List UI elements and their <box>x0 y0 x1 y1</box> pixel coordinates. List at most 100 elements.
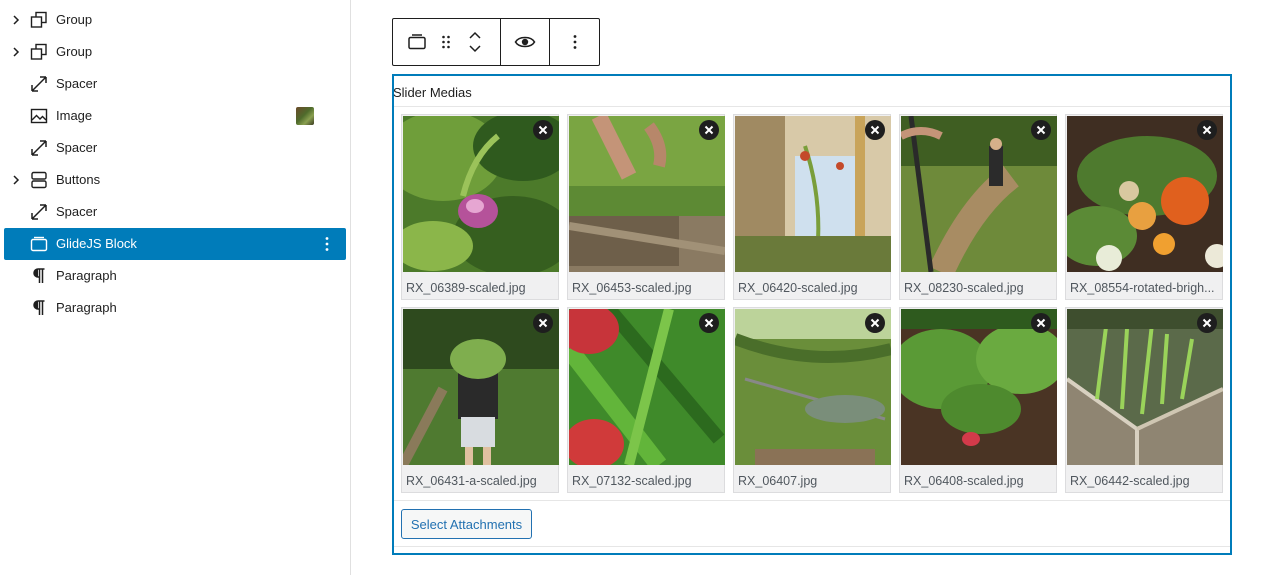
paragraph-icon <box>33 268 45 283</box>
media-filename: RX_08230-scaled.jpg <box>904 281 1024 295</box>
close-icon <box>538 125 548 135</box>
media-item[interactable]: RX_08230-scaled.jpg <box>899 114 1057 300</box>
toolbar-group-options <box>550 19 599 65</box>
remove-media-button[interactable] <box>865 120 885 140</box>
list-item-paragraph-2[interactable]: Paragraph <box>4 292 346 324</box>
media-thumbnail <box>569 309 725 465</box>
close-icon <box>1202 125 1212 135</box>
divider <box>394 106 1230 107</box>
spacer-icon <box>31 204 47 220</box>
close-icon <box>538 318 548 328</box>
media-thumbnail <box>1067 309 1223 465</box>
paragraph-icon <box>33 300 45 315</box>
remove-media-button[interactable] <box>1197 313 1217 333</box>
media-filename: RX_06389-scaled.jpg <box>406 281 526 295</box>
media-thumbnail <box>901 116 1057 272</box>
slider-block-icon <box>30 236 48 252</box>
remove-media-button[interactable] <box>1031 120 1051 140</box>
media-item[interactable]: RX_06407.jpg <box>733 307 891 493</box>
toolbar-group-block <box>393 19 501 65</box>
move-up-down-buttons[interactable] <box>457 19 493 65</box>
remove-media-button[interactable] <box>1197 120 1217 140</box>
chevron-right-icon[interactable] <box>10 174 22 186</box>
more-options-icon[interactable] <box>318 235 336 253</box>
close-icon <box>870 318 880 328</box>
chevron-down-icon[interactable] <box>468 45 482 53</box>
chevron-right-icon[interactable] <box>10 14 22 26</box>
toolbar-group-preview <box>501 19 550 65</box>
remove-media-button[interactable] <box>865 313 885 333</box>
close-icon <box>1036 318 1046 328</box>
remove-media-button[interactable] <box>533 120 553 140</box>
list-item-spacer-1[interactable]: Spacer <box>4 68 346 100</box>
list-item-label: Paragraph <box>56 300 117 315</box>
preview-button[interactable] <box>501 19 549 65</box>
chevron-right-icon[interactable] <box>10 46 22 58</box>
list-item-label: Paragraph <box>56 268 117 283</box>
block-title: Slider Medias <box>393 85 472 100</box>
spacer-icon <box>31 140 47 156</box>
media-item[interactable]: RX_07132-scaled.jpg <box>567 307 725 493</box>
remove-media-button[interactable] <box>699 313 719 333</box>
list-item-label: Spacer <box>56 140 98 155</box>
more-options-button[interactable] <box>551 19 599 65</box>
block-type-button[interactable] <box>399 19 435 65</box>
list-item-label: Buttons <box>56 172 101 187</box>
more-options-icon <box>573 35 576 49</box>
image-thumbnail <box>296 107 314 125</box>
media-item[interactable]: RX_06453-scaled.jpg <box>567 114 725 300</box>
divider <box>394 500 1230 501</box>
list-item-label: Group <box>56 12 93 27</box>
media-filename: RX_06420-scaled.jpg <box>738 281 858 295</box>
preview-eye-icon <box>514 36 536 48</box>
remove-media-button[interactable] <box>1031 313 1051 333</box>
media-thumbnail <box>403 116 559 272</box>
media-filename: RX_07132-scaled.jpg <box>572 474 692 488</box>
close-icon <box>704 125 714 135</box>
list-item-group-2[interactable]: Group <box>4 36 346 68</box>
media-thumbnail <box>403 309 559 465</box>
select-attachments-button[interactable]: Select Attachments <box>401 509 532 539</box>
list-item-label: Group <box>56 44 93 59</box>
image-icon <box>30 108 48 124</box>
list-item-label: GlideJS Block <box>56 236 137 251</box>
media-item[interactable]: RX_06431-a-scaled.jpg <box>401 307 559 493</box>
list-item-label: Image <box>56 108 93 123</box>
media-filename: RX_06408-scaled.jpg <box>904 474 1024 488</box>
list-item-group-1[interactable]: Group <box>4 4 346 36</box>
slider-block-icon <box>408 34 426 50</box>
list-item-spacer-3[interactable]: Spacer <box>4 196 346 228</box>
media-thumbnail <box>1067 116 1223 272</box>
glidejs-block[interactable]: Slider Medias RX_06389-scaled.jpg RX_064… <box>392 74 1232 555</box>
buttons-icon <box>31 171 47 189</box>
list-item-buttons[interactable]: Buttons <box>4 164 346 196</box>
media-filename: RX_06442-scaled.jpg <box>1070 474 1190 488</box>
close-icon <box>870 125 880 135</box>
close-icon <box>1202 318 1212 328</box>
list-item-image[interactable]: Image <box>4 100 346 132</box>
spacer-icon <box>31 76 47 92</box>
remove-media-button[interactable] <box>533 313 553 333</box>
media-item[interactable]: RX_06408-scaled.jpg <box>899 307 1057 493</box>
drag-handle[interactable] <box>435 19 457 65</box>
media-thumbnail <box>735 116 891 272</box>
media-filename: RX_06431-a-scaled.jpg <box>406 474 537 488</box>
media-item[interactable]: RX_06442-scaled.jpg <box>1065 307 1223 493</box>
block-toolbar <box>392 18 600 66</box>
list-item-spacer-2[interactable]: Spacer <box>4 132 346 164</box>
media-item[interactable]: RX_08554-rotated-brigh... <box>1065 114 1223 300</box>
list-item-paragraph-1[interactable]: Paragraph <box>4 260 346 292</box>
close-icon <box>1036 125 1046 135</box>
media-filename: RX_06453-scaled.jpg <box>572 281 692 295</box>
media-filename: RX_08554-rotated-brigh... <box>1070 281 1215 295</box>
list-item-glidejs-block[interactable]: GlideJS Block <box>4 228 346 260</box>
media-filename: RX_06407.jpg <box>738 474 818 488</box>
chevron-up-icon[interactable] <box>468 31 482 39</box>
list-view-panel: Group Group Spacer Image Spacer Buttons … <box>0 0 351 575</box>
remove-media-button[interactable] <box>699 120 719 140</box>
media-item[interactable]: RX_06389-scaled.jpg <box>401 114 559 300</box>
media-thumbnail <box>735 309 891 465</box>
drag-handle-icon <box>442 35 450 49</box>
media-item[interactable]: RX_06420-scaled.jpg <box>733 114 891 300</box>
group-icon <box>30 11 47 28</box>
